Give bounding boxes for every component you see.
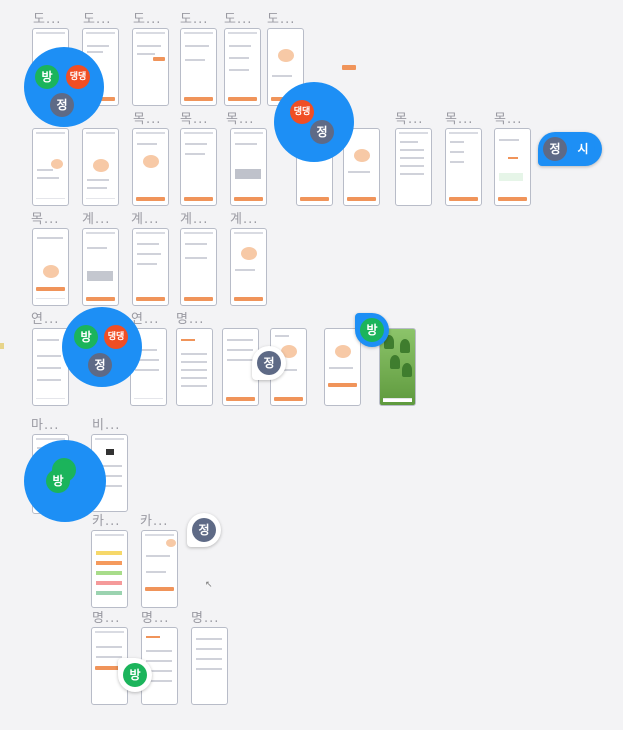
frame-label[interactable]: 목...	[226, 108, 254, 127]
collaborator-pin[interactable]: 정	[252, 346, 286, 380]
screen-frame[interactable]	[230, 128, 267, 206]
collaborator-pin[interactable]: 정	[187, 513, 221, 547]
frame-label[interactable]: 목...	[133, 108, 161, 127]
collaborator-cluster[interactable]: 방 댕댕 정	[62, 307, 142, 387]
avatar: 시	[571, 137, 595, 161]
screen-frame[interactable]	[132, 28, 169, 106]
avatar: 정	[543, 137, 567, 161]
collaborator-pin[interactable]: 방	[355, 313, 389, 347]
frame-label[interactable]: 목...	[445, 108, 473, 127]
collaborator-cluster[interactable]: 댕댕 정	[274, 82, 354, 162]
avatar: 정	[192, 518, 216, 542]
screen-frame[interactable]	[180, 128, 217, 206]
screen-frame[interactable]	[324, 328, 361, 406]
screen-frame[interactable]	[176, 328, 213, 406]
frame-label[interactable]: 도...	[33, 8, 61, 27]
screen-frame[interactable]	[141, 530, 178, 608]
frame-label[interactable]: 계...	[82, 208, 110, 227]
cursor-icon: ↖	[205, 580, 213, 590]
screen-frame[interactable]	[32, 228, 69, 306]
screen-frame[interactable]	[191, 627, 228, 705]
frame-label[interactable]: 목...	[494, 108, 522, 127]
screen-frame[interactable]	[224, 28, 261, 106]
frame-label[interactable]: 계...	[180, 208, 208, 227]
frame-label[interactable]: 계...	[230, 208, 258, 227]
screen-frame[interactable]	[445, 128, 482, 206]
avatar: 방	[35, 65, 59, 89]
frame-label[interactable]: 카...	[92, 510, 120, 529]
screen-frame[interactable]	[132, 228, 169, 306]
avatar: 정	[88, 353, 112, 377]
frame-label[interactable]: 도...	[267, 8, 295, 27]
avatar: 댕댕	[290, 100, 314, 124]
screen-frame[interactable]	[82, 128, 119, 206]
frame-label[interactable]: 도...	[180, 8, 208, 27]
frame-label[interactable]: 목...	[180, 108, 208, 127]
frame-label[interactable]: 도...	[224, 8, 252, 27]
frame-label[interactable]: 명...	[191, 607, 219, 626]
screen-frame[interactable]	[494, 128, 531, 206]
frame-label[interactable]: 명...	[176, 308, 204, 327]
screen-frame[interactable]	[82, 228, 119, 306]
screen-frame[interactable]	[180, 228, 217, 306]
frame-label[interactable]: 명...	[92, 607, 120, 626]
avatar: 정	[50, 93, 74, 117]
avatar: 방	[123, 663, 147, 687]
orange-tag	[342, 65, 356, 70]
screen-frame[interactable]	[230, 228, 267, 306]
collaborator-pin[interactable]: 정 시	[538, 132, 602, 166]
frame-label[interactable]: 비...	[92, 414, 120, 433]
frame-label[interactable]: 명...	[141, 607, 169, 626]
frame-label[interactable]: 계...	[131, 208, 159, 227]
avatar: 방	[46, 469, 70, 493]
screen-frame[interactable]	[132, 128, 169, 206]
screen-frame[interactable]	[395, 128, 432, 206]
frame-label[interactable]: 카...	[140, 510, 168, 529]
collaborator-pin[interactable]: 방	[118, 658, 152, 692]
avatar: 방	[74, 325, 98, 349]
collaborator-cluster[interactable]: 방 댕댕 정	[24, 47, 104, 127]
avatar: 댕댕	[104, 325, 128, 349]
avatar: 방	[360, 318, 384, 342]
frame-label[interactable]: 도...	[83, 8, 111, 27]
frame-label[interactable]: 연...	[31, 308, 59, 327]
avatar: 정	[257, 351, 281, 375]
edge-marker	[0, 343, 4, 349]
frame-label[interactable]: 목...	[31, 208, 59, 227]
frame-label[interactable]: 목...	[395, 108, 423, 127]
screen-frame[interactable]	[32, 128, 69, 206]
screen-frame[interactable]	[180, 28, 217, 106]
avatar: 정	[310, 120, 334, 144]
frame-label[interactable]: 도...	[133, 8, 161, 27]
collaborator-cluster[interactable]: 방	[24, 440, 106, 522]
frame-label[interactable]: 마...	[31, 414, 59, 433]
avatar: 댕댕	[66, 65, 90, 89]
screen-frame[interactable]	[91, 530, 128, 608]
